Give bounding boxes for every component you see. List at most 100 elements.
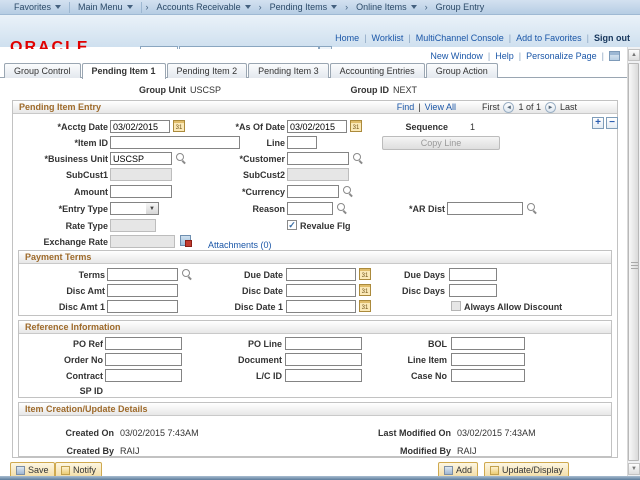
currency-input[interactable] (287, 185, 339, 198)
customer-input[interactable] (287, 152, 349, 165)
tab-bar: Group ControlPending Item 1Pending Item … (0, 63, 640, 78)
previous-row-icon[interactable] (503, 102, 514, 113)
next-row-icon[interactable] (545, 102, 556, 113)
business-unit-input[interactable] (110, 152, 172, 165)
breadcrumb-favorites[interactable]: Favorites (8, 2, 67, 12)
item-id-input[interactable] (110, 136, 240, 149)
last-modified-on-label: Last Modified On (340, 428, 451, 438)
divider (141, 2, 142, 13)
disc-days-input[interactable] (449, 284, 497, 297)
bol-input[interactable] (451, 337, 525, 350)
always-allow-discount-label: Always Allow Discount (464, 302, 574, 312)
calendar-icon[interactable] (350, 120, 362, 132)
breadcrumb-label: Group Entry (436, 2, 485, 12)
scrollbar-thumb[interactable] (628, 63, 639, 461)
breadcrumb-pending-items[interactable]: Pending Items (264, 2, 344, 12)
acctg-date-input[interactable] (110, 120, 170, 133)
lookup-icon[interactable] (527, 203, 538, 214)
disc-date-1-label: Disc Date 1 (185, 302, 283, 312)
page-layout-icon[interactable] (609, 51, 620, 61)
sequence-label: Sequence (390, 122, 448, 132)
lookup-icon[interactable] (337, 203, 348, 214)
line-input[interactable] (287, 136, 317, 149)
notify-envelope-icon (61, 466, 70, 475)
view-all-link[interactable]: View All (425, 102, 456, 112)
pagebar: New Window| Help| Personalize Page| (0, 49, 622, 62)
add-row-button[interactable]: + (592, 117, 604, 129)
group-id-label: Group ID (320, 85, 389, 95)
lookup-icon[interactable] (343, 186, 354, 197)
disc-amt-1-input[interactable] (107, 300, 178, 313)
case-no-input[interactable] (451, 369, 525, 382)
tab-group-control[interactable]: Group Control (4, 63, 81, 78)
reason-input[interactable] (287, 202, 333, 215)
add-to-favorites-link[interactable]: Add to Favorites (516, 33, 582, 43)
last-modified-on-value: 03/02/2015 7:43AM (457, 428, 536, 438)
section-title: Pending Item Entry (19, 102, 101, 112)
disc-amt-input[interactable] (107, 284, 178, 297)
breadcrumb-group-entry[interactable]: Group Entry (430, 2, 491, 12)
subcust2-label: SubCust2 (180, 170, 285, 180)
ar-dist-input[interactable] (447, 202, 523, 215)
subcust2-input (287, 168, 349, 181)
document-input[interactable] (285, 353, 362, 366)
new-window-link[interactable]: New Window (430, 51, 483, 61)
scroll-down-icon[interactable]: ▼ (628, 463, 640, 475)
lc-id-input[interactable] (285, 369, 362, 382)
amount-input[interactable] (110, 185, 172, 198)
breadcrumb-online-items[interactable]: Online Items (350, 2, 423, 12)
multichannel-console-link[interactable]: MultiChannel Console (416, 33, 504, 43)
po-ref-input[interactable] (105, 337, 182, 350)
scroll-up-icon[interactable]: ▲ (628, 49, 640, 61)
calendar-icon[interactable] (359, 300, 371, 312)
chevron-down-icon (331, 5, 337, 9)
as-of-date-input[interactable] (287, 120, 347, 133)
entry-type-select[interactable] (110, 202, 147, 215)
terms-input[interactable] (107, 268, 178, 281)
breadcrumb-main-menu[interactable]: Main Menu (72, 2, 139, 12)
delete-row-button[interactable]: − (606, 117, 618, 129)
modified-by-value: RAIJ (457, 446, 477, 456)
document-label: Document (185, 355, 282, 365)
entry-type-label: *Entry Type (14, 204, 108, 214)
exchange-rate-label: Exchange Rate (14, 237, 108, 247)
disc-date-input[interactable] (286, 284, 356, 297)
tab-pending-item-1[interactable]: Pending Item 1 (82, 63, 166, 79)
payment-terms-header: Payment Terms (19, 251, 611, 264)
scrollbar-grip (631, 262, 638, 269)
disc-date-1-input[interactable] (286, 300, 356, 313)
home-link[interactable]: Home (335, 33, 359, 43)
due-days-input[interactable] (449, 268, 497, 281)
section-title: Item Creation/Update Details (25, 404, 148, 414)
reference-information-header: Reference Information (19, 321, 611, 334)
breadcrumb: Favorites Main Menu › Accounts Receivabl… (0, 0, 640, 15)
bol-label: BOL (355, 339, 447, 349)
help-link[interactable]: Help (495, 51, 514, 61)
find-link[interactable]: Find (397, 102, 415, 112)
pending-item-entry-header: Pending Item Entry Find | View All First… (13, 101, 617, 114)
personalize-page-link[interactable]: Personalize Page (526, 51, 597, 61)
chevron-down-icon[interactable] (146, 202, 159, 215)
modified-by-label: Modified By (340, 446, 451, 456)
breadcrumb-accounts-receivable[interactable]: Accounts Receivable (151, 2, 257, 12)
reason-label: Reason (180, 204, 285, 214)
tab-accounting-entries[interactable]: Accounting Entries (330, 63, 425, 78)
line-item-input[interactable] (451, 353, 525, 366)
created-by-label: Created By (14, 446, 114, 456)
attachments-link[interactable]: Attachments (0) (208, 240, 272, 250)
tab-group-action[interactable]: Group Action (426, 63, 498, 78)
tab-pending-item-3[interactable]: Pending Item 3 (248, 63, 329, 78)
breadcrumb-separator-icon: › (343, 2, 350, 12)
revalue-flg-checkbox[interactable] (287, 220, 297, 230)
rate-detail-icon[interactable] (180, 235, 191, 246)
tab-pending-item-2[interactable]: Pending Item 2 (167, 63, 248, 78)
contract-input[interactable] (105, 369, 182, 382)
breadcrumb-label: Accounts Receivable (157, 2, 241, 12)
order-no-input[interactable] (105, 353, 182, 366)
due-date-input[interactable] (286, 268, 356, 281)
worklist-link[interactable]: Worklist (372, 33, 404, 43)
sign-out-link[interactable]: Sign out (594, 33, 630, 43)
po-line-input[interactable] (285, 337, 362, 350)
update-display-label: Update/Display (502, 465, 563, 475)
lookup-icon[interactable] (353, 153, 364, 164)
